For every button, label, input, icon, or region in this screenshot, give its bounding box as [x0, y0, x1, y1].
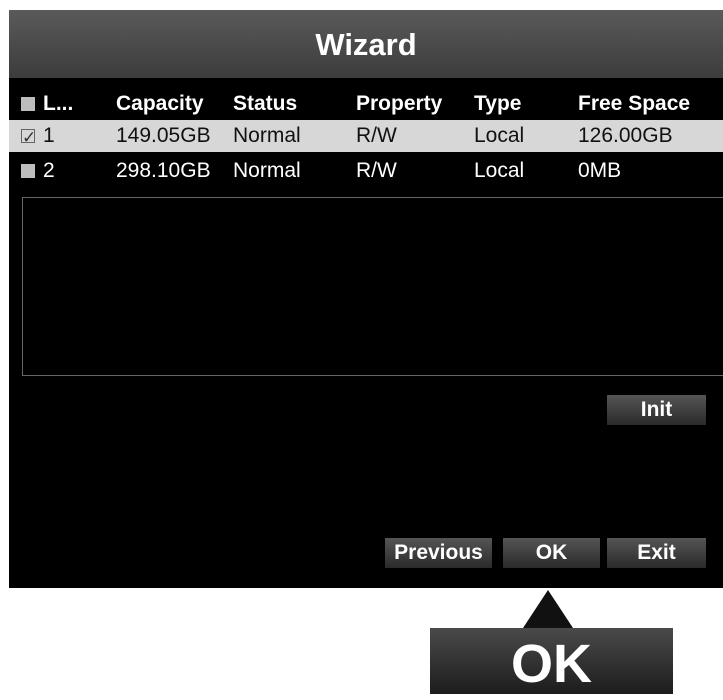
previous-button[interactable]: Previous — [385, 538, 492, 568]
header-capacity: Capacity — [116, 92, 204, 115]
wizard-window: Wizard L... Capacity Status Property Typ… — [9, 10, 723, 588]
table-row[interactable]: 2 298.10GB Normal R/W Local 0MB — [9, 155, 723, 187]
callout-pointer — [523, 590, 573, 628]
header-select-all[interactable]: L... — [21, 88, 73, 120]
row-property: R/W — [356, 124, 397, 147]
row-type: Local — [474, 124, 525, 147]
row-label: 2 — [43, 159, 55, 182]
header-status: Status — [233, 92, 298, 115]
exit-button[interactable]: Exit — [607, 538, 706, 568]
header-property: Property — [356, 92, 443, 115]
row-status: Normal — [233, 159, 301, 182]
row-capacity: 149.05GB — [116, 124, 211, 147]
row-type: Local — [474, 159, 525, 182]
details-panel — [22, 197, 723, 376]
ok-button[interactable]: OK — [503, 538, 600, 568]
checkbox-icon[interactable] — [21, 97, 35, 111]
window-title: Wizard — [9, 10, 723, 78]
table-header: L... Capacity Status Property Type Free … — [9, 88, 723, 120]
row-select[interactable]: 2 — [21, 155, 55, 187]
row-free-space: 126.00GB — [578, 124, 673, 147]
row-select[interactable]: 1 — [21, 120, 55, 154]
header-label: L... — [43, 92, 74, 115]
row-capacity: 298.10GB — [116, 159, 211, 182]
checkmark-icon[interactable] — [21, 122, 36, 154]
row-free-space: 0MB — [578, 159, 622, 182]
row-property: R/W — [356, 159, 397, 182]
row-status: Normal — [233, 124, 301, 147]
header-free-space: Free Space — [578, 92, 691, 115]
init-button[interactable]: Init — [607, 395, 706, 425]
ok-callout: OK — [430, 628, 673, 694]
checkbox-icon[interactable] — [21, 164, 35, 178]
table-row[interactable]: 1 149.05GB Normal R/W Local 126.00GB — [9, 120, 723, 154]
row-label: 1 — [43, 124, 55, 147]
header-type: Type — [474, 92, 522, 115]
